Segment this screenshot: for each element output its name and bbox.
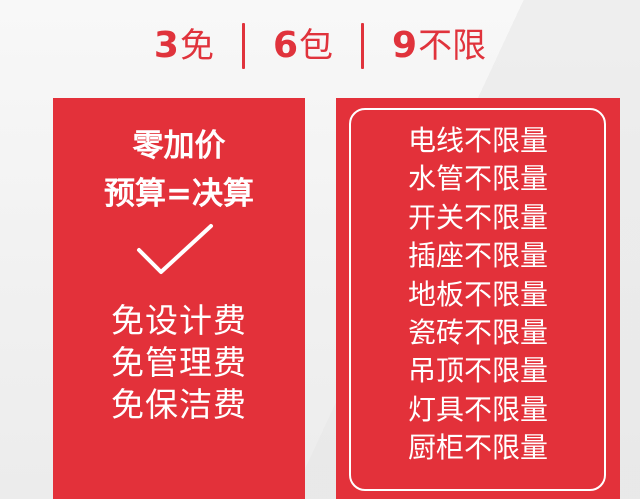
header-item-3-number: 3 [153,25,179,66]
header-item-3: 3 免 [154,28,214,64]
list-item: 免管理费 [111,343,247,382]
left-title-line-2: 预算=决算 [104,176,254,212]
list-item: 免设计费 [111,301,247,340]
header-divider [361,23,365,69]
list-item: 插座不限量 [407,239,548,273]
right-card-list: 电线不限量 水管不限量 开关不限量 插座不限量 地板不限量 瓷砖不限量 吊顶不限… [336,122,620,468]
left-card-title: 零加价 预算=决算 [53,122,305,218]
header-item-9-number: 9 [392,25,418,66]
list-item: 吊顶不限量 [407,354,548,388]
list-item: 免保洁费 [111,385,247,424]
header-item-9: 9 不限 [392,28,486,64]
list-item: 地板不限量 [407,277,548,311]
checkmark-icon [137,224,213,274]
list-item: 开关不限量 [407,200,548,234]
list-item: 水管不限量 [407,162,548,196]
left-card: 零加价 预算=决算 免设计费 免管理费 免保洁费 [53,98,305,499]
list-item: 电线不限量 [407,124,548,157]
right-card: 电线不限量 水管不限量 开关不限量 插座不限量 地板不限量 瓷砖不限量 吊顶不限… [336,98,620,499]
header-item-6-text: 包 [299,26,334,66]
list-item: 瓷砖不限量 [407,316,548,350]
left-title-line-1: 零加价 [132,128,226,164]
header-item-3-text: 免 [179,26,214,66]
header-item-6-number: 6 [272,25,299,66]
left-card-list: 免设计费 免管理费 免保洁费 [53,300,305,426]
header-item-9-text: 不限 [418,26,487,66]
header-banner: 3 免 6 包 9 不限 [0,14,640,78]
header-divider [241,23,245,69]
list-item: 厨柜不限量 [407,431,548,465]
header-item-6: 6 包 [273,28,333,64]
list-item: 灯具不限量 [407,392,548,426]
